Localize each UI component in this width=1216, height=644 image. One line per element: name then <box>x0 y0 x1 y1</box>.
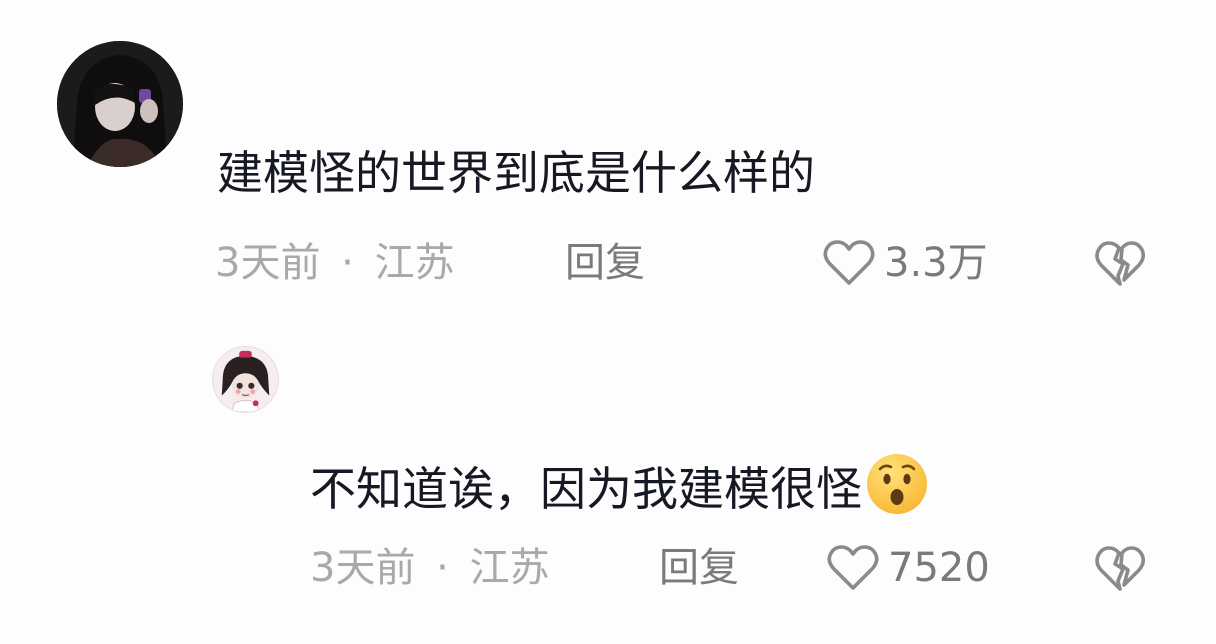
like-count: 7520 <box>888 545 990 591</box>
heart-outline-icon <box>823 240 875 285</box>
comment-meta: 3天前 · 江苏 <box>215 239 455 287</box>
comment-location: 江苏 <box>374 240 455 286</box>
commenter-avatar[interactable] <box>57 41 183 167</box>
reply-text: 不知道诶，因为我建模很怪 <box>310 451 930 517</box>
reply-text-content: 不知道诶，因为我建模很怪 <box>310 462 862 516</box>
reply-meta: 3天前 · 江苏 <box>310 544 550 592</box>
broken-heart-icon[interactable] <box>1094 545 1146 593</box>
avatar-cartoon <box>213 347 278 412</box>
reply-time: 3天前 <box>310 545 416 591</box>
comment-text: 建模怪的世界到底是什么样的 <box>217 146 815 200</box>
meta-separator: · <box>341 240 354 286</box>
reply-button[interactable]: 回复 <box>565 239 645 287</box>
hushed-face-icon <box>867 454 927 514</box>
avatar-photo <box>57 41 183 167</box>
like-count: 3.3万 <box>884 240 988 286</box>
broken-heart-icon[interactable] <box>1094 240 1146 288</box>
like-button[interactable]: 7520 <box>826 544 990 592</box>
reply-location: 江苏 <box>469 545 550 591</box>
meta-separator: · <box>436 545 449 591</box>
reply-button[interactable]: 回复 <box>659 544 739 592</box>
like-button[interactable]: 3.3万 <box>822 239 988 287</box>
comment-time: 3天前 <box>215 240 321 286</box>
heart-outline-icon <box>827 545 879 590</box>
replier-avatar[interactable] <box>212 346 279 413</box>
